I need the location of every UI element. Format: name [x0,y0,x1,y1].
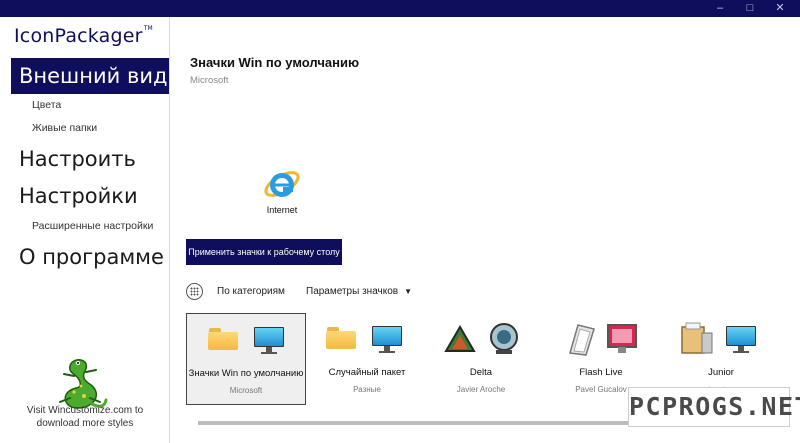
sidebar-item-about[interactable]: О программе [11,239,169,275]
flash-live-folder-icon [569,324,595,356]
sidebar-item-settings[interactable]: Настройки [11,178,169,214]
internet-explorer-icon[interactable] [262,164,302,204]
sidebar-item-customize[interactable]: Настроить [11,141,169,177]
preview-icon-label: Internet [266,205,298,215]
close-button[interactable]: ✕ [766,0,794,17]
sidebar: IconPackagerTM Внешний вид Цвета Живые п… [0,17,170,443]
pack-name: Значки Win по умолчанию [188,368,304,379]
pack-name: Flash Live [579,367,623,378]
flash-live-monitor-icon [607,324,637,353]
chevron-down-icon: ▼ [404,287,413,296]
folder-icon [208,328,238,350]
by-categories-button[interactable]: По категориям [217,286,285,297]
pack-item-random[interactable]: Случайный пакет Разные [308,313,428,405]
pack-title: Значки Win по умолчанию [190,55,360,70]
promo-text[interactable]: Visit Wincustomize.com to download more … [10,404,160,430]
app-logo: IconPackagerTM [14,25,153,47]
folder-icon [326,327,356,349]
watermark-logo: PCPROGS.NET [628,387,800,427]
sidebar-item-appearance[interactable]: Внешний вид [11,58,169,94]
pack-name: Delta [469,367,493,378]
monitor-icon [726,326,756,354]
pack-name: Случайный пакет [328,367,406,378]
main-panel: Значки Win по умолчанию Microsoft Intern… [170,17,800,443]
maximize-button[interactable]: □ [736,0,764,17]
categories-grid-icon[interactable] [186,283,203,300]
apply-icons-button[interactable]: Применить значки к рабочему столу [186,239,342,265]
pack-author: Разные [353,385,381,394]
minimize-button[interactable]: – [706,0,734,17]
pack-author: Microsoft [229,386,263,395]
pack-author: Javier Aroche [456,385,506,394]
pack-name: Junior [708,367,734,378]
pack-item-delta[interactable]: Delta Javier Aroche [422,313,542,405]
monitor-icon [254,327,284,355]
sidebar-item-live-folders[interactable]: Живые папки [32,122,97,134]
sidebar-item-colors[interactable]: Цвета [32,99,61,111]
sidebar-item-advanced-settings[interactable]: Расширенные настройки [32,220,153,232]
delta-monitor-icon [490,323,518,354]
pack-author: Microsoft [190,75,229,86]
junior-folder-icon [681,322,713,354]
delta-folder-icon [444,325,476,352]
monitor-icon [372,326,402,354]
icon-parameters-dropdown[interactable]: Параметры значков ▼ [306,286,412,297]
pack-item-windows-default[interactable]: Значки Win по умолчанию Microsoft [186,313,306,405]
title-bar: – □ ✕ [0,0,800,17]
